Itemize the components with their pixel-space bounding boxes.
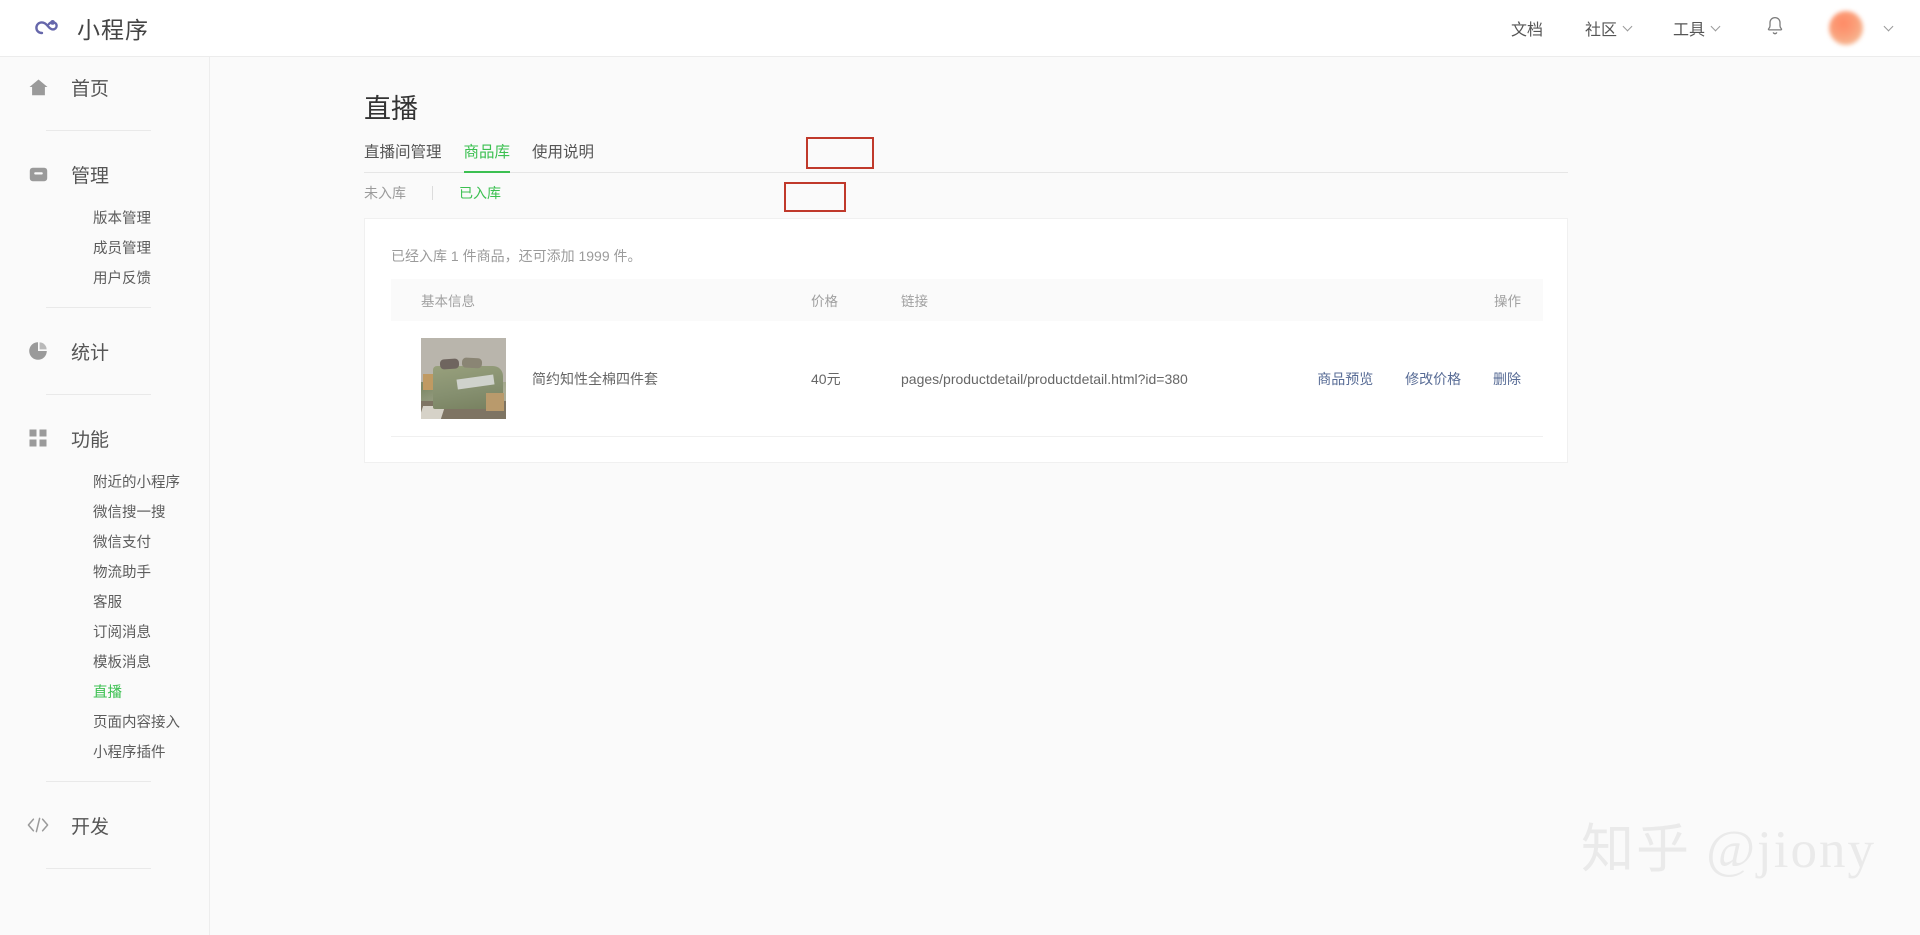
- brand-logo-area[interactable]: 小程序: [32, 11, 149, 45]
- column-header-basic-info: 基本信息: [391, 290, 811, 310]
- sidebar-item-management[interactable]: 管理: [27, 144, 209, 204]
- sidebar-item-subscription-messages[interactable]: 订阅消息: [27, 618, 209, 648]
- product-table: 基本信息 价格 链接 操作 简约知性全棉四件套 40元 pa: [391, 279, 1543, 437]
- table-header-row: 基本信息 价格 链接 操作: [391, 279, 1543, 321]
- sidebar-item-statistics[interactable]: 统计: [27, 321, 209, 381]
- top-nav-tools-label: 工具: [1673, 16, 1705, 40]
- sidebar-item-live-streaming[interactable]: 直播: [27, 678, 209, 708]
- home-icon: [27, 76, 49, 98]
- delete-link[interactable]: 删除: [1493, 371, 1521, 387]
- product-preview-link[interactable]: 商品预览: [1317, 371, 1373, 387]
- product-thumbnail-bedding[interactable]: [421, 338, 506, 419]
- sidebar-divider: [46, 868, 151, 869]
- sidebar-divider: [46, 307, 151, 308]
- brand-name: 小程序: [77, 11, 149, 45]
- sidebar-divider: [46, 394, 151, 395]
- sidebar-item-wechat-pay[interactable]: 微信支付: [27, 528, 209, 558]
- top-nav-items: 文档 社区 工具: [1469, 11, 1892, 45]
- table-row: 简约知性全棉四件套 40元 pages/productdetail/produc…: [391, 321, 1543, 437]
- inbox-icon: [27, 163, 49, 185]
- sub-tab-bar: 未入库 已入库: [364, 183, 501, 203]
- sidebar-group-home: 首页: [0, 57, 209, 117]
- page-title: 直播: [364, 87, 418, 126]
- top-nav-docs-label: 文档: [1511, 16, 1543, 40]
- subtab-in-stock[interactable]: 已入库: [459, 183, 501, 203]
- grid-icon: [27, 427, 49, 449]
- modify-price-link[interactable]: 修改价格: [1405, 371, 1461, 387]
- mini-program-logo-icon: [32, 12, 64, 44]
- chevron-down-icon: [1884, 21, 1894, 31]
- top-navigation-bar: 小程序 文档 社区 工具: [0, 0, 1920, 57]
- sidebar-divider: [46, 130, 151, 131]
- sidebar-item-features[interactable]: 功能: [27, 408, 209, 468]
- sidebar-group-statistics: 统计: [0, 321, 209, 381]
- sidebar-item-development-label: 开发: [71, 812, 109, 839]
- stock-summary-note: 已经入库 1 件商品，还可添加 1999 件。: [391, 246, 642, 266]
- top-nav-community-label: 社区: [1585, 16, 1617, 40]
- sidebar-item-home[interactable]: 首页: [27, 57, 209, 117]
- sidebar-item-miniprogram-plugins[interactable]: 小程序插件: [27, 738, 209, 768]
- column-header-price: 价格: [811, 290, 883, 310]
- code-icon: [27, 814, 49, 836]
- top-nav-docs[interactable]: 文档: [1511, 16, 1543, 40]
- sidebar-divider: [46, 781, 151, 782]
- sidebar-item-customer-service[interactable]: 客服: [27, 588, 209, 618]
- sidebar-item-template-messages[interactable]: 模板消息: [27, 648, 209, 678]
- product-library-panel: 已经入库 1 件商品，还可添加 1999 件。 基本信息 价格 链接 操作: [364, 218, 1568, 463]
- sidebar-item-management-label: 管理: [71, 161, 109, 188]
- top-nav-community[interactable]: 社区: [1585, 16, 1631, 40]
- sidebar-item-logistics-assistant[interactable]: 物流助手: [27, 558, 209, 588]
- tab-bar: 直播间管理 商品库 使用说明: [364, 137, 1568, 173]
- column-header-operations: 操作: [1283, 290, 1543, 310]
- sidebar-item-member-management[interactable]: 成员管理: [27, 234, 209, 264]
- user-menu[interactable]: [1829, 11, 1892, 45]
- column-header-link: 链接: [883, 290, 1283, 310]
- main-content: 直播 直播间管理 商品库 使用说明 未入库 已入库 已经入库 1 件商品，还可添…: [210, 57, 1920, 935]
- sidebar-item-nearby-miniprograms[interactable]: 附近的小程序: [27, 468, 209, 498]
- sidebar-group-management: 管理 版本管理 成员管理 用户反馈: [0, 144, 209, 294]
- sidebar-item-page-content-access[interactable]: 页面内容接入: [27, 708, 209, 738]
- sidebar-item-statistics-label: 统计: [71, 338, 109, 365]
- sidebar-item-features-label: 功能: [71, 425, 109, 452]
- sidebar-group-development: 开发: [0, 795, 209, 855]
- subtab-not-in-stock[interactable]: 未入库: [364, 183, 406, 203]
- tab-product-library[interactable]: 商品库: [464, 140, 511, 172]
- sidebar-item-user-feedback[interactable]: 用户反馈: [27, 264, 209, 294]
- cell-operations: 商品预览 修改价格 删除: [1283, 369, 1543, 389]
- cell-link: pages/productdetail/productdetail.html?i…: [883, 371, 1283, 387]
- avatar: [1829, 11, 1863, 45]
- tab-live-room-management[interactable]: 直播间管理: [364, 140, 442, 172]
- pie-chart-icon: [27, 340, 49, 362]
- sidebar-item-wechat-search[interactable]: 微信搜一搜: [27, 498, 209, 528]
- sidebar-group-features: 功能 附近的小程序 微信搜一搜 微信支付 物流助手 客服 订阅消息 模板消息 直…: [0, 408, 209, 768]
- sidebar-item-home-label: 首页: [71, 74, 109, 101]
- tab-instructions[interactable]: 使用说明: [532, 140, 594, 172]
- bell-icon[interactable]: [1765, 15, 1785, 41]
- sidebar: 首页 管理 版本管理 成员管理 用户反馈 统计: [0, 57, 210, 935]
- watermark: 知乎 @jiony: [1581, 807, 1876, 883]
- cell-price: 40元: [811, 369, 883, 389]
- product-name: 简约知性全棉四件套: [532, 369, 658, 389]
- sidebar-item-development[interactable]: 开发: [27, 795, 209, 855]
- annotation-box-instock-subtab: [784, 182, 846, 212]
- top-nav-tools[interactable]: 工具: [1673, 16, 1719, 40]
- subtab-separator: [432, 186, 433, 200]
- cell-basic-info: 简约知性全棉四件套: [391, 338, 811, 419]
- sidebar-item-version-management[interactable]: 版本管理: [27, 204, 209, 234]
- chevron-down-icon: [1711, 21, 1721, 31]
- chevron-down-icon: [1623, 21, 1633, 31]
